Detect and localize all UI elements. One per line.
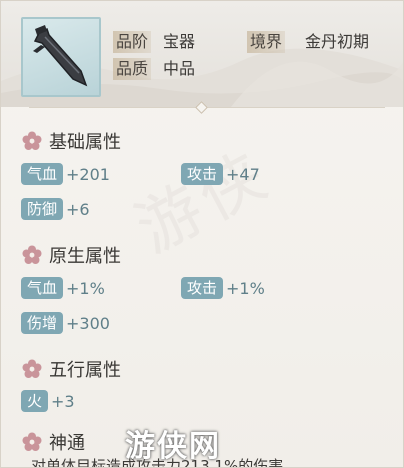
stat-value: +3 xyxy=(51,391,75,411)
item-detail-panel: 品阶 宝器 境界 金丹初期 品质 中品 游侠 基础属性 气血 +201 攻击 +… xyxy=(0,0,404,468)
stat-label-chip: 气血 xyxy=(21,277,64,299)
section-title-text: 基础属性 xyxy=(49,132,121,153)
flower-icon xyxy=(22,131,42,150)
watermark: 游侠 xyxy=(124,136,283,268)
section-title-text: 神通 xyxy=(49,433,85,454)
stat-element-fire: 火 +3 xyxy=(21,390,75,412)
stat-value: +300 xyxy=(66,313,110,333)
stat-label-chip: 火 xyxy=(21,390,49,412)
stat-label-chip: 攻击 xyxy=(181,277,224,299)
section-origin-title: 原生属性 xyxy=(21,243,121,267)
realm-label: 境界 xyxy=(247,31,286,53)
section-basic-title: 基础属性 xyxy=(21,129,121,153)
flower-icon xyxy=(22,245,42,264)
stat-label-chip: 气血 xyxy=(21,163,64,185)
rank-value: 宝器 xyxy=(163,32,196,51)
stat-basic-hp: 气血 +201 xyxy=(21,163,110,185)
stat-basic-defense: 防御 +6 xyxy=(21,198,90,220)
stat-label-chip: 攻击 xyxy=(181,163,224,185)
rank-label: 品阶 xyxy=(113,31,152,53)
flower-icon xyxy=(22,432,42,451)
section-skill-title: 神通 xyxy=(21,430,85,454)
stat-value: +6 xyxy=(66,199,90,219)
section-title-text: 五行属性 xyxy=(49,360,121,381)
dark-sword-icon xyxy=(33,25,88,87)
stat-value: +1% xyxy=(66,278,105,298)
stat-origin-damage-boost: 伤增 +300 xyxy=(21,312,110,334)
stat-origin-attack: 攻击 +1% xyxy=(181,277,265,299)
stat-value: +201 xyxy=(66,164,110,184)
brand-watermark: 游侠网 xyxy=(125,429,221,464)
section-element-title: 五行属性 xyxy=(21,357,121,381)
stat-label-chip: 伤增 xyxy=(21,312,64,334)
quality-value: 中品 xyxy=(163,59,196,78)
flower-icon xyxy=(22,359,42,378)
stat-origin-hp: 气血 +1% xyxy=(21,277,105,299)
stat-basic-attack: 攻击 +47 xyxy=(181,163,260,185)
section-title-text: 原生属性 xyxy=(49,246,121,267)
item-header: 品阶 宝器 境界 金丹初期 品质 中品 xyxy=(1,1,403,107)
stat-value: +1% xyxy=(226,278,265,298)
realm-value: 金丹初期 xyxy=(305,32,370,51)
quality-label: 品质 xyxy=(113,58,152,80)
stat-label-chip: 防御 xyxy=(21,198,64,220)
stat-value: +47 xyxy=(226,164,260,184)
item-icon-frame[interactable] xyxy=(21,17,101,97)
